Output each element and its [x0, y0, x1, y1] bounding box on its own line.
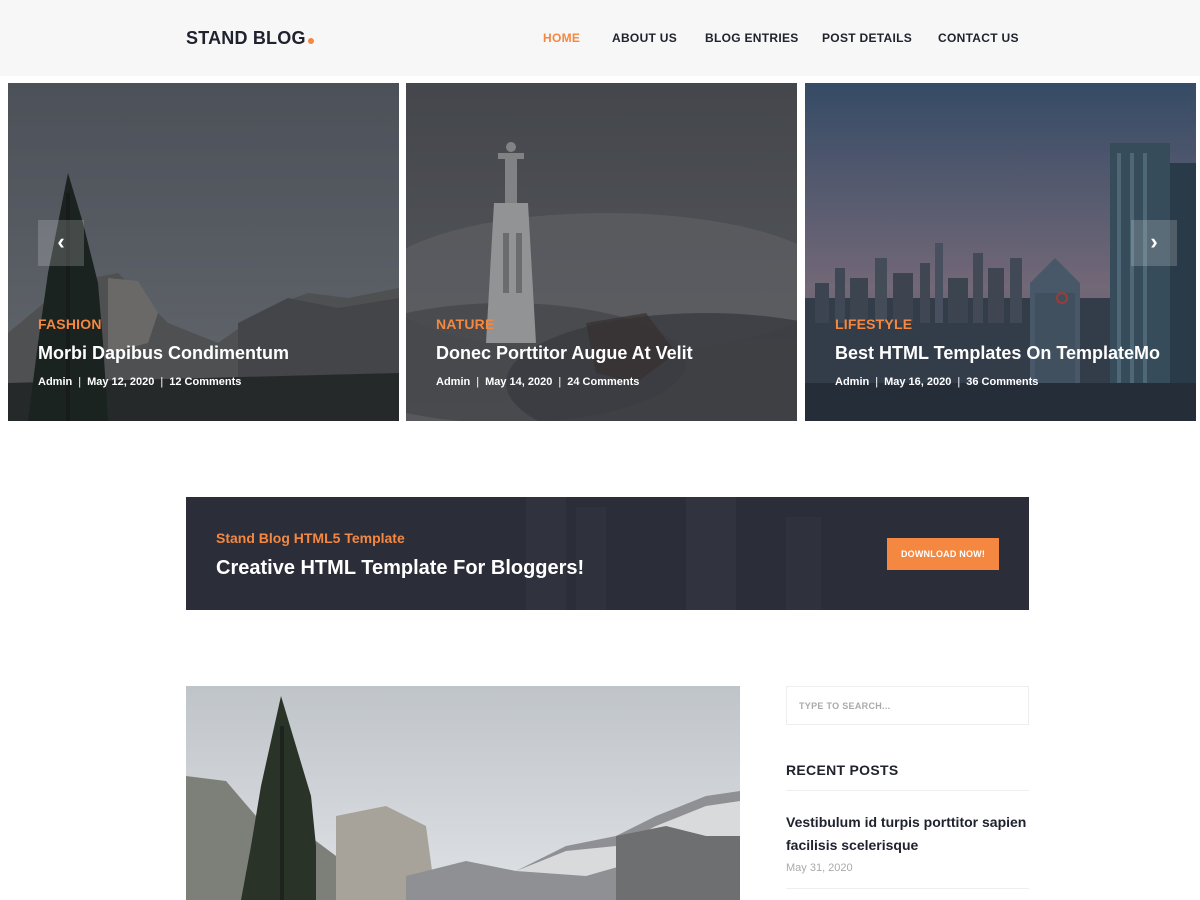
nav-about-us[interactable]: ABOUT US	[612, 31, 677, 45]
nav-contact-us[interactable]: CONTACT US	[938, 31, 1019, 45]
slide-author[interactable]: Admin	[38, 376, 72, 388]
cta-banner: Stand Blog HTML5 Template Creative HTML …	[186, 497, 1029, 610]
meta-separator: |	[476, 376, 480, 388]
cta-title: Creative HTML Template For Bloggers!	[216, 557, 585, 579]
slide-category[interactable]: FASHION	[38, 316, 102, 332]
post-featured-image[interactable]	[186, 686, 740, 900]
search-input[interactable]	[786, 686, 1029, 725]
slider-next-button[interactable]: ›	[1131, 220, 1177, 266]
slide-comments[interactable]: 36 Comments	[966, 376, 1038, 388]
cta-subtitle: Stand Blog HTML5 Template	[216, 530, 405, 546]
slide-nature[interactable]: NATURE Donec Porttitor Augue At Velit Ad…	[406, 83, 797, 421]
chevron-right-icon: ›	[1150, 229, 1158, 254]
slide-date[interactable]: May 12, 2020	[87, 376, 154, 388]
slide-meta: Admin | May 12, 2020 | 12 Comments	[38, 376, 241, 388]
recent-post-date: May 31, 2020	[786, 862, 853, 874]
nav-post-details[interactable]: POST DETAILS	[822, 31, 912, 45]
slider-prev-button[interactable]: ‹	[38, 220, 84, 266]
nav-home[interactable]: HOME	[543, 31, 580, 45]
meta-separator: |	[78, 376, 82, 388]
slide-author[interactable]: Admin	[835, 376, 869, 388]
hero-slider: FASHION Morbi Dapibus Condimentum Admin |…	[8, 83, 1196, 421]
post-image	[186, 686, 740, 900]
slide-title[interactable]: Morbi Dapibus Condimentum	[38, 343, 289, 364]
recent-posts-heading: RECENT POSTS	[786, 762, 899, 778]
divider	[786, 790, 1029, 791]
slide-comments[interactable]: 24 Comments	[567, 376, 639, 388]
site-header: STAND BLOG HOME ABOUT US BLOG ENTRIES PO…	[0, 0, 1200, 76]
divider	[786, 888, 1029, 889]
download-now-button[interactable]: DOWNLOAD NOW!	[887, 538, 999, 570]
meta-separator: |	[160, 376, 164, 388]
nav-blog-entries[interactable]: BLOG ENTRIES	[705, 31, 799, 45]
slide-date[interactable]: May 16, 2020	[884, 376, 951, 388]
meta-separator: |	[957, 376, 961, 388]
slide-overlay	[406, 83, 797, 421]
slide-category[interactable]: NATURE	[436, 316, 495, 332]
slide-author[interactable]: Admin	[436, 376, 470, 388]
site-logo[interactable]: STAND BLOG	[186, 28, 314, 49]
slide-meta: Admin | May 14, 2020 | 24 Comments	[436, 376, 639, 388]
chevron-left-icon: ‹	[57, 229, 65, 254]
slide-comments[interactable]: 12 Comments	[169, 376, 241, 388]
slide-meta: Admin | May 16, 2020 | 36 Comments	[835, 376, 1038, 388]
slide-date[interactable]: May 14, 2020	[485, 376, 552, 388]
logo-dot	[307, 38, 314, 44]
meta-separator: |	[558, 376, 562, 388]
logo-text[interactable]: STAND BLOG	[186, 28, 306, 48]
recent-post-title[interactable]: Vestibulum id turpis porttitor sapien fa…	[786, 811, 1029, 857]
slide-category[interactable]: LIFESTYLE	[835, 316, 912, 332]
slide-title[interactable]: Best HTML Templates On TemplateMo	[835, 343, 1160, 364]
meta-separator: |	[875, 376, 879, 388]
slide-title[interactable]: Donec Porttitor Augue At Velit	[436, 343, 693, 364]
